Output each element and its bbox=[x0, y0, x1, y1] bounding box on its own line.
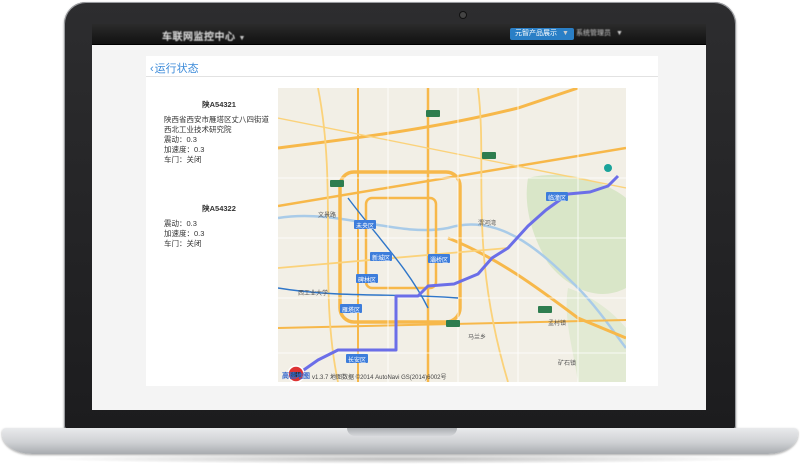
page-title: ‹运行状态 bbox=[150, 60, 199, 76]
map-label: 文景路 bbox=[318, 213, 337, 219]
vehicle-address: 西北工业技术研究院 bbox=[164, 125, 232, 134]
map-label: 灞桥区 bbox=[430, 258, 449, 264]
vehicle-acceleration: 加速度：0.3 bbox=[164, 229, 205, 238]
webcam-icon bbox=[460, 12, 466, 18]
map-label: 未央区 bbox=[356, 224, 375, 230]
map-label: 雁塔区 bbox=[342, 308, 361, 314]
back-chevron-icon[interactable]: ‹ bbox=[150, 63, 154, 75]
app-brand[interactable]: 车联网监控中心 ▼ bbox=[162, 28, 246, 43]
map-label: 渭河湾 bbox=[478, 221, 497, 227]
vehicle-door: 车门：关闭 bbox=[164, 239, 202, 248]
vehicle-plate: 陕A54321 bbox=[202, 100, 236, 109]
chevron-down-icon: ▼ bbox=[561, 30, 569, 37]
vehicle-acceleration: 加速度：0.3 bbox=[164, 145, 205, 154]
divider bbox=[146, 76, 658, 77]
vehicle-plate: 陕A54322 bbox=[202, 204, 236, 213]
map-canvas bbox=[278, 88, 626, 382]
nav-product-demo-label: 元智产品展示 bbox=[515, 30, 557, 37]
map-label: 孟村镇 bbox=[548, 321, 567, 327]
map-copyright: v1.3.7 地图数据 ©2014 AutoNavi GS(2014)6002号 bbox=[312, 375, 447, 381]
vehicle-card[interactable]: 陕A54321 陕西省西安市雁塔区丈八四街道 西北工业技术研究院 震动：0.3 … bbox=[164, 100, 274, 165]
vehicle-door: 车门：关闭 bbox=[164, 155, 202, 164]
page-title-label: 运行状态 bbox=[154, 63, 199, 75]
vehicle-card[interactable]: 陕A54322 震动：0.3 加速度：0.3 车门：关闭 bbox=[164, 204, 274, 249]
road bbox=[317, 88, 339, 382]
status-panel: ‹运行状态 陕A54321 陕西省西安市雁塔区丈八四街道 西北工业技术研究院 震… bbox=[146, 56, 658, 386]
chevron-down-icon: ▼ bbox=[238, 35, 246, 42]
map-label: 碑林区 bbox=[358, 278, 377, 284]
map-label: 新城区 bbox=[372, 256, 391, 262]
vehicle-vibration: 震动：0.3 bbox=[164, 135, 197, 144]
map-label: 西工业大学 bbox=[298, 291, 329, 297]
nav-user-menu[interactable]: 系统管理员 ▼ bbox=[572, 28, 627, 40]
destination-pin bbox=[604, 164, 612, 172]
laptop-base bbox=[2, 428, 798, 454]
route-map[interactable]: 未央区 新城区 碑林区 雁塔区 长安区 灞桥区 临潼区 文景路 西工业大学 渭河… bbox=[278, 88, 626, 382]
laptop-notch bbox=[347, 428, 457, 436]
road bbox=[278, 247, 509, 269]
app-brand-label: 车联网监控中心 bbox=[162, 32, 236, 43]
map-label: 临潼区 bbox=[548, 196, 567, 202]
map-provider-logo: 高德地图 bbox=[282, 373, 310, 380]
laptop-shadow bbox=[40, 454, 760, 464]
top-navbar: 车联网监控中心 ▼ 元智产品展示 ▼ 系统管理员 ▼ bbox=[92, 24, 706, 45]
nav-user-menu-label: 系统管理员 bbox=[576, 30, 611, 37]
map-label: 矿石镇 bbox=[558, 361, 577, 367]
screen: 车联网监控中心 ▼ 元智产品展示 ▼ 系统管理员 ▼ ‹运行状态 陕A54321 … bbox=[92, 24, 706, 410]
vehicle-vibration: 震动：0.3 bbox=[164, 219, 197, 228]
chevron-down-icon: ▼ bbox=[615, 30, 623, 37]
nav-product-demo[interactable]: 元智产品展示 ▼ bbox=[510, 28, 574, 40]
map-label: 长安区 bbox=[348, 358, 367, 364]
vehicle-address: 陕西省西安市雁塔区丈八四街道 bbox=[164, 115, 269, 124]
map-label: 马兰乡 bbox=[468, 335, 487, 341]
